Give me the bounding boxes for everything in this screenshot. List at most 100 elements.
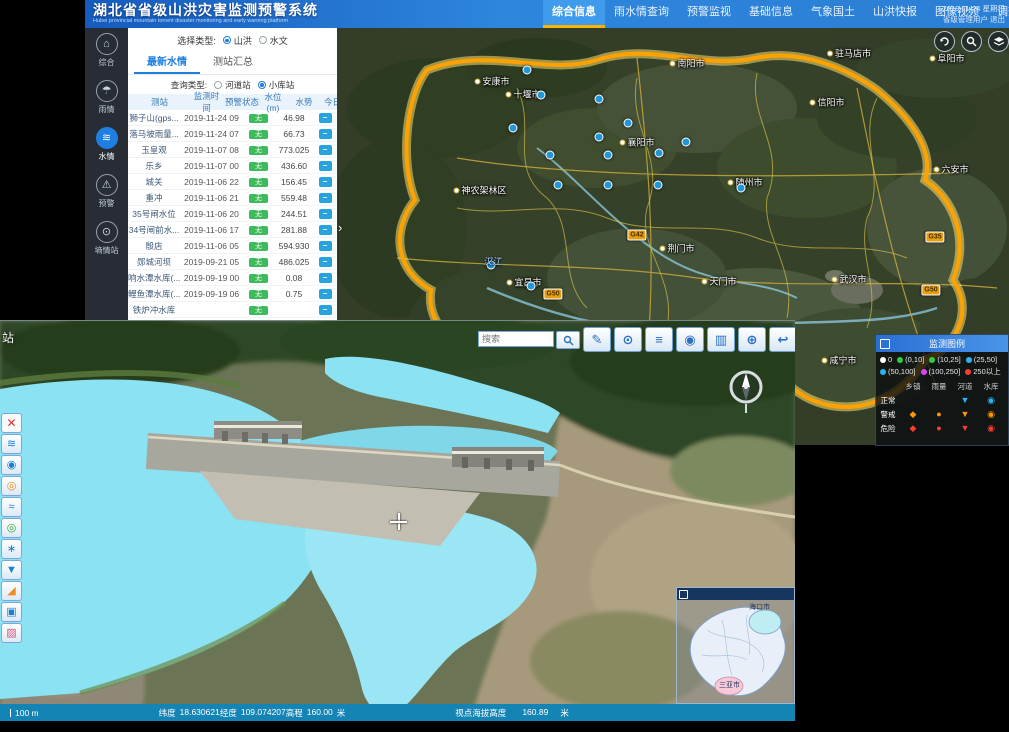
sidebar-item[interactable]: ⊙ 墒情站 [85,216,128,263]
sidebar-item[interactable]: ≋ 水情 [85,122,128,169]
nav-tab[interactable]: 气象国土 [802,0,864,28]
logout-link[interactable]: 退出 [990,15,1005,24]
map-tool-icon[interactable]: ≡ [645,327,673,352]
panel-tab[interactable]: 测站汇总 [200,52,266,74]
map-city-label[interactable]: 信阳市 [809,96,844,109]
station-name[interactable]: 郧城河坝 [128,256,180,268]
station-name[interactable]: 34号闸前水... [128,224,180,236]
map-city-label[interactable]: 南阳市 [669,57,704,70]
map-tool-icon[interactable]: ✎ [583,327,611,352]
map-tool-icon[interactable]: ▥ [707,327,735,352]
table-row[interactable]: 狮子山(gps... 2019-11-24 09 无 46.98 – 46.99 [128,110,337,126]
hydro-station-marker-icon[interactable] [595,133,604,142]
hydro-station-marker-icon[interactable] [682,138,691,147]
viewer-tool-icon[interactable]: ▣ [1,602,22,622]
nav-tab[interactable]: 综合信息 [543,0,605,28]
map-tool-icon[interactable]: ⊙ [614,327,642,352]
hydro-station-marker-icon[interactable] [655,149,664,158]
table-row[interactable]: 乐乡 2019-11-07 00 无 436.60 – [128,158,337,174]
station-name[interactable]: 殷店 [128,240,180,252]
viewer-tool-icon[interactable]: ▨ [1,623,22,643]
map-city-label[interactable]: 十堰市 [505,88,540,101]
radio-river-station[interactable]: 河道站 [214,79,251,91]
table-row[interactable]: 郧城河坝 2019-09-21 05 无 486.025 – [128,254,337,270]
minimap-header[interactable] [677,588,794,600]
viewer-tool-icon[interactable]: ≈ [1,497,22,517]
table-row[interactable]: 鲤鱼潭水库(... 2019-09-19 06 无 0.75 – [128,286,337,302]
legend-title-bar[interactable]: 监测图例 [876,335,1008,352]
sidebar-item[interactable]: ☂ 雨情 [85,75,128,122]
hydro-station-marker-icon[interactable] [604,151,613,160]
station-name[interactable]: 响水潭水库(... [128,272,180,284]
table-row[interactable]: 落马坡雨量... 2019-11-24 07 无 66.73 – [128,126,337,142]
hydro-station-marker-icon[interactable] [523,66,532,75]
station-name[interactable]: 乐乡 [128,160,180,172]
map-city-label[interactable]: 咸宁市 [821,354,856,367]
search-icon[interactable] [961,31,982,52]
viewer-3d-window[interactable]: 站 ✕ ≋ ◉ ◎ ≈ ◎ ∗ ▼ ◢ ▣ ▨ [0,320,795,721]
viewer-tool-icon[interactable]: ∗ [1,539,22,559]
map-city-label[interactable]: 驻马店市 [827,47,871,60]
nav-tab[interactable]: 基础信息 [740,0,802,28]
radio-mountain-flood[interactable]: 山洪 [223,34,252,47]
station-name[interactable]: 铁炉冲水库 [128,304,180,316]
viewer-tool-icon[interactable]: ◢ [1,581,22,601]
map-city-label[interactable]: 安康市 [474,75,509,88]
map-tool-icon[interactable]: ⊕ [738,327,766,352]
map-tool-icon[interactable]: ↩ [769,327,795,352]
hydro-station-marker-icon[interactable] [546,151,555,160]
table-row[interactable]: 重冲 2019-11-06 21 无 559.48 – [128,190,337,206]
search-button[interactable] [556,331,580,349]
overview-minimap[interactable]: 海口市 三亚市 [676,587,795,704]
table-row[interactable]: 玉皇观 2019-11-07 08 无 773.025 – [128,142,337,158]
station-name[interactable]: 重冲 [128,192,180,204]
map-city-label[interactable]: 宜昌市 [506,276,541,289]
viewer-tool-icon[interactable]: ▼ [1,560,22,580]
hydro-station-marker-icon[interactable] [654,181,663,190]
station-name[interactable]: 鲤鱼潭水库(... [128,288,180,300]
reset-view-icon[interactable] [934,31,955,52]
table-row[interactable]: 响水潭水库(... 2019-09-19 00 无 0.08 – [128,270,337,286]
nav-tab[interactable]: 山洪快报 [864,0,926,28]
table-row[interactable]: 城关 2019-11-06 22 无 156.45 – [128,174,337,190]
table-row[interactable]: 35号闸水位 2019-11-06 20 无 244.51 – [128,206,337,222]
viewer-tool-icon[interactable]: ≋ [1,434,22,454]
search-input[interactable] [478,331,554,347]
station-name[interactable]: 35号闸水位 [128,208,180,220]
layers-icon[interactable] [988,31,1009,52]
panel-tab[interactable]: 最新水情 [134,52,200,74]
viewer-tool-icon[interactable]: ◎ [1,518,22,538]
table-row[interactable]: 铁炉冲水库 无 – [128,302,337,318]
close-icon[interactable]: ✕ [1,413,22,433]
hydro-station-marker-icon[interactable] [737,184,746,193]
hydro-station-marker-icon[interactable] [509,124,518,133]
compass-icon[interactable] [727,363,765,415]
sidebar-item[interactable]: ⚠ 预警 [85,169,128,216]
hydro-station-marker-icon[interactable] [527,282,536,291]
map-city-label[interactable]: 襄阳市 [619,136,654,149]
map-city-label[interactable]: 天门市 [701,275,736,288]
map-city-label[interactable]: 荆门市 [659,242,694,255]
sidebar-item[interactable]: ⌂ 综合 [85,28,128,75]
station-name[interactable]: 玉皇观 [128,144,180,156]
panel-collapse-arrow-icon[interactable]: › [338,220,342,235]
radio-hydrology[interactable]: 水文 [259,34,288,47]
map-city-label[interactable]: 六安市 [933,163,968,176]
map-city-label[interactable]: 神农架林区 [453,184,506,197]
map-city-label[interactable]: 阜阳市 [929,52,964,65]
hydro-station-marker-icon[interactable] [595,95,604,104]
station-name[interactable]: 落马坡雨量... [128,128,180,140]
map-tool-icon[interactable]: ◉ [676,327,704,352]
hydro-station-marker-icon[interactable] [554,181,563,190]
station-name[interactable]: 狮子山(gps... [128,112,180,124]
hydro-station-marker-icon[interactable] [604,181,613,190]
nav-tab[interactable]: 雨水情查询 [605,0,678,28]
viewer-tool-icon[interactable]: ◉ [1,455,22,475]
table-row[interactable]: 殷店 2019-11-06 05 无 594.930 – [128,238,337,254]
station-name[interactable]: 城关 [128,176,180,188]
map-city-label[interactable]: 武汉市 [831,273,866,286]
nav-tab[interactable]: 预警监视 [678,0,740,28]
radio-small-reservoir-station[interactable]: 小库站 [258,79,295,91]
hydro-station-marker-icon[interactable] [537,91,546,100]
viewer-tool-icon[interactable]: ◎ [1,476,22,496]
